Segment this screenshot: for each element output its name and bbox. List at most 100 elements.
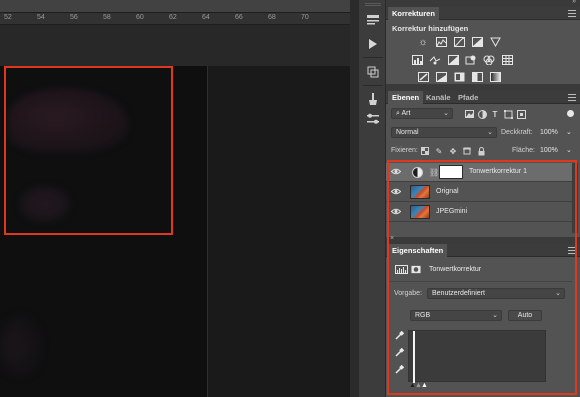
- strip-grip[interactable]: [365, 3, 381, 6]
- text-filter-icon[interactable]: T: [490, 109, 500, 119]
- threshold-icon[interactable]: [453, 71, 465, 83]
- chain-link-icon[interactable]: ⛓: [429, 168, 439, 177]
- photo-filter-icon[interactable]: [465, 54, 477, 66]
- shape-filter-icon[interactable]: [503, 109, 513, 119]
- curves-icon[interactable]: [453, 36, 465, 48]
- auto-button[interactable]: Auto: [508, 310, 542, 321]
- visibility-eye-icon[interactable]: [390, 188, 402, 196]
- channel-mixer-icon[interactable]: [483, 54, 495, 66]
- visibility-eye-icon[interactable]: [390, 168, 402, 176]
- ruler-label: 54: [37, 14, 45, 21]
- lock-transparent-icon[interactable]: [420, 146, 430, 156]
- filter-toggle[interactable]: [567, 110, 574, 117]
- lock-position-icon[interactable]: ✥: [448, 146, 458, 156]
- image-filter-icon[interactable]: [464, 109, 474, 119]
- transform-icon[interactable]: [363, 62, 383, 82]
- layer-row[interactable]: Orignal: [386, 183, 572, 202]
- tab-korrekturen[interactable]: Korrekturen: [388, 7, 439, 20]
- layers-empty-area[interactable]: [386, 223, 572, 237]
- panel-menu-icon[interactable]: [568, 10, 576, 17]
- lock-pixels-icon[interactable]: ✎: [434, 146, 444, 156]
- channel-select[interactable]: RGB ⌄: [410, 310, 502, 321]
- blend-mode-select[interactable]: Normal ⌄: [391, 127, 497, 138]
- horizontal-ruler: 52 54 56 58 60 62 64 66 68 70: [0, 13, 350, 25]
- ruler-label: 68: [268, 14, 276, 21]
- invert-icon[interactable]: [417, 71, 429, 83]
- collapse-arrows-icon[interactable]: »: [572, 0, 576, 5]
- tab-eigenschaften[interactable]: Eigenschaften: [388, 244, 448, 257]
- layer-row[interactable]: ⛓ Tonwertkorrektur 1: [386, 163, 572, 182]
- properties-tabbar: Eigenschaften: [386, 244, 580, 257]
- black-white-icon[interactable]: [447, 54, 459, 66]
- exposure-icon[interactable]: [471, 36, 483, 48]
- document-canvas-area[interactable]: 52 54 56 58 60 62 64 66 68 70: [0, 0, 350, 397]
- tab-kanaele[interactable]: Kanäle: [422, 91, 455, 104]
- panel-menu-icon[interactable]: [568, 94, 576, 101]
- levels-icon: [394, 264, 408, 274]
- chevron-down-icon[interactable]: ⌄: [566, 128, 572, 136]
- gray-point-eyedropper-icon[interactable]: [394, 347, 404, 357]
- opacity-value[interactable]: 100%: [540, 129, 558, 136]
- layer-name[interactable]: Orignal: [436, 188, 459, 195]
- color-lookup-icon[interactable]: [501, 54, 513, 66]
- levels-histogram: [408, 330, 546, 383]
- chevron-down-icon: ⌄: [555, 290, 561, 297]
- panel-gap: [350, 0, 358, 397]
- adjustments-tabbar: Korrekturen: [386, 7, 580, 20]
- document-tab-strip: [0, 0, 350, 13]
- posterize-icon[interactable]: [435, 71, 447, 83]
- layers-scrollbar[interactable]: [572, 163, 578, 233]
- vibrance-icon[interactable]: [489, 36, 501, 48]
- search-icon: ⌕: [396, 110, 400, 117]
- brush-icon[interactable]: [363, 89, 383, 109]
- panel-separator[interactable]: ×: [386, 235, 580, 244]
- strip-divider: [363, 57, 383, 58]
- properties-icon[interactable]: [363, 10, 383, 30]
- panel-separator[interactable]: [386, 84, 580, 91]
- layer-filter-select[interactable]: ⌕ Art ⌄: [391, 108, 453, 119]
- canvas-pasteboard: [207, 66, 350, 397]
- close-icon[interactable]: ×: [390, 235, 394, 242]
- chevron-down-icon[interactable]: ⌄: [566, 146, 572, 154]
- color-balance-icon[interactable]: [429, 54, 441, 66]
- black-point-eyedropper-icon[interactable]: [394, 330, 404, 340]
- fill-label: Fläche:: [512, 147, 535, 154]
- layer-name[interactable]: Tonwertkorrektur 1: [469, 168, 527, 175]
- lock-artboard-icon[interactable]: [462, 146, 472, 156]
- ruler-label: 56: [70, 14, 78, 21]
- tab-ebenen[interactable]: Ebenen: [388, 91, 424, 104]
- tab-pfade[interactable]: Pfade: [454, 91, 482, 104]
- smart-filter-icon[interactable]: [516, 109, 526, 119]
- white-input-slider[interactable]: ▲: [421, 382, 428, 389]
- adjust-icon[interactable]: [363, 109, 383, 129]
- panel-menu-icon[interactable]: [568, 247, 576, 254]
- visibility-eye-icon[interactable]: [390, 208, 402, 216]
- highlight-box: [4, 66, 173, 235]
- play-icon[interactable]: [363, 34, 383, 54]
- hue-saturation-icon[interactable]: [411, 54, 423, 66]
- brightness-icon[interactable]: ☼: [417, 36, 429, 48]
- levels-icon[interactable]: [435, 36, 447, 48]
- fill-value[interactable]: 100%: [540, 147, 558, 154]
- layer-name[interactable]: JPEGmini: [436, 208, 467, 215]
- layer-thumbnail[interactable]: [410, 205, 430, 219]
- layer-mask-thumbnail[interactable]: [439, 165, 463, 179]
- blend-mode-value: Normal: [396, 129, 419, 136]
- chevron-down-icon: ⌄: [443, 110, 449, 117]
- layer-thumbnail[interactable]: [410, 185, 430, 199]
- lock-all-icon[interactable]: [476, 146, 486, 156]
- layer-filter-value: Art: [401, 110, 411, 117]
- white-point-eyedropper-icon[interactable]: [394, 364, 404, 374]
- dock-collapse-bar[interactable]: »: [386, 0, 580, 7]
- layer-row[interactable]: JPEGmini: [386, 203, 572, 222]
- gradient-map-icon[interactable]: [489, 71, 501, 83]
- preset-value: Benutzerdefiniert: [432, 290, 485, 297]
- mask-icon[interactable]: [411, 264, 421, 274]
- adjustments-subtitle: Korrektur hinzufügen: [392, 24, 469, 33]
- selective-color-icon[interactable]: [471, 71, 483, 83]
- adjust-filter-icon[interactable]: [477, 109, 487, 119]
- collapsed-panel-strip: [358, 0, 386, 397]
- chevron-down-icon: ⌄: [492, 312, 498, 319]
- image-edge-line: [207, 66, 208, 397]
- preset-select[interactable]: Benutzerdefiniert ⌄: [427, 288, 565, 299]
